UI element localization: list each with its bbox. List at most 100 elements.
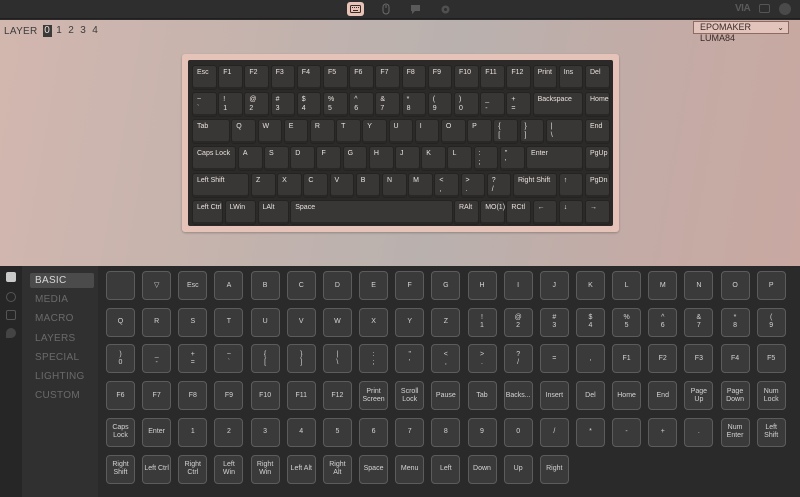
keycode-button[interactable]: Num Enter — [720, 417, 750, 447]
github-icon[interactable] — [779, 3, 791, 15]
keycode-button[interactable]: Pause — [431, 381, 461, 411]
keycode-button[interactable]: T — [214, 307, 244, 337]
keycode-button[interactable]: } ] — [286, 344, 316, 374]
keyboard-key[interactable]: D — [290, 146, 315, 171]
keyboard-key[interactable]: ! 1 — [218, 92, 243, 117]
keyboard-key[interactable]: F11 — [480, 65, 505, 90]
keyboard-key[interactable]: MO(1) — [480, 200, 505, 225]
keycode-button[interactable] — [106, 271, 135, 300]
keycode-button[interactable]: C — [286, 271, 316, 300]
keycode-button[interactable]: ! 1 — [467, 307, 497, 337]
keycode-button[interactable]: J — [539, 271, 569, 300]
keycode-button[interactable]: % 5 — [612, 307, 642, 337]
layer-4[interactable]: 4 — [91, 25, 100, 37]
keycode-button[interactable]: End — [648, 381, 678, 411]
keycode-button[interactable]: 8 — [431, 417, 461, 447]
keyboard-key[interactable]: F2 — [244, 65, 270, 90]
keyboard-key[interactable]: Esc — [192, 65, 217, 90]
layer-0[interactable]: 0 — [42, 25, 52, 37]
keyboard-key[interactable]: End — [585, 119, 610, 144]
keyboard-key[interactable]: % 5 — [323, 92, 348, 117]
keyboard-key[interactable]: F1 — [218, 65, 243, 90]
keyboard-key[interactable]: @ 2 — [244, 92, 270, 117]
keycode-button[interactable]: F10 — [250, 381, 280, 411]
keycode-button[interactable]: Right — [539, 454, 569, 484]
keyboard-key[interactable]: { [ — [493, 119, 518, 144]
keyboard-key[interactable]: F7 — [375, 65, 401, 90]
keyboard-key[interactable]: : ; — [473, 146, 499, 171]
keyboard-key[interactable]: Space — [290, 200, 453, 225]
keycode-button[interactable]: Space — [359, 454, 389, 484]
keyboard-key[interactable]: ↓ — [558, 200, 584, 225]
keycode-button[interactable]: # 3 — [539, 307, 569, 337]
keycode-button[interactable]: _ - — [142, 344, 172, 374]
keyboard-key[interactable]: PgUp — [585, 146, 610, 171]
settings-icon[interactable] — [437, 2, 453, 16]
keyboard-key[interactable]: < , — [434, 173, 460, 198]
layer-1[interactable]: 1 — [55, 25, 64, 37]
keyboard-key[interactable]: O — [440, 119, 466, 144]
keycode-button[interactable]: Page Down — [720, 381, 750, 411]
keycode-button[interactable]: | \ — [322, 344, 352, 374]
keycode-button[interactable]: S — [178, 307, 208, 337]
keyboard-key[interactable]: G — [342, 146, 368, 171]
keyboard-key[interactable]: F — [316, 146, 342, 171]
keyboard-key[interactable]: L — [447, 146, 473, 171]
keyboard-key[interactable]: PgDn — [585, 173, 610, 198]
keycode-button[interactable]: A — [214, 271, 244, 300]
keyboard-key[interactable]: & 7 — [375, 92, 401, 117]
keycode-button[interactable]: Left Shift — [756, 417, 786, 447]
keycode-button[interactable]: ▽ — [142, 271, 172, 300]
keycode-button[interactable]: W — [322, 307, 352, 337]
keycode-button[interactable]: F9 — [214, 381, 244, 411]
keyboard-key[interactable]: Z — [250, 173, 276, 198]
keyboard-key[interactable]: N — [381, 173, 407, 198]
keycode-button[interactable]: Del — [575, 381, 605, 411]
keycode-button[interactable]: Left — [431, 454, 461, 484]
keycode-button[interactable]: Right Shift — [106, 454, 135, 484]
keycode-button[interactable]: F6 — [106, 381, 135, 411]
keycode-button[interactable]: L — [612, 271, 642, 300]
keyboard-icon[interactable] — [347, 2, 364, 16]
keyboard-key[interactable]: _ - — [480, 92, 505, 117]
keyboard-key[interactable]: Left Shift — [192, 173, 250, 198]
layer-3[interactable]: 3 — [79, 25, 88, 37]
keycode-button[interactable]: Backs... — [503, 381, 533, 411]
keycode-button[interactable]: K — [575, 271, 605, 300]
keycode-button[interactable]: . — [684, 417, 714, 447]
keycode-button[interactable]: > . — [467, 344, 497, 374]
keycode-button[interactable]: 1 — [178, 417, 208, 447]
keycode-button[interactable]: Tab — [467, 381, 497, 411]
keycode-button[interactable]: 0 — [503, 417, 533, 447]
keycode-button[interactable]: ~ ` — [214, 344, 244, 374]
keyboard-key[interactable]: Home — [585, 92, 610, 117]
keycode-button[interactable]: I — [503, 271, 533, 300]
keycode-button[interactable]: U — [250, 307, 280, 337]
keycode-button[interactable]: Left Win — [214, 454, 244, 484]
keycode-button[interactable]: N — [684, 271, 714, 300]
keycode-button[interactable]: * 8 — [720, 307, 750, 337]
keycode-button[interactable]: / — [539, 417, 569, 447]
keycode-button[interactable]: + = — [178, 344, 208, 374]
keyboard-key[interactable]: I — [414, 119, 440, 144]
keycode-button[interactable]: M — [648, 271, 678, 300]
keyboard-key[interactable]: Right Shift — [512, 173, 558, 198]
keycode-button[interactable]: F1 — [612, 344, 642, 374]
keyboard-key[interactable]: P — [467, 119, 492, 144]
keycode-button[interactable]: 4 — [286, 417, 316, 447]
keyboard-key[interactable]: Del — [585, 65, 610, 90]
keycode-button[interactable]: { [ — [250, 344, 280, 374]
keyboard-key[interactable]: | \ — [545, 119, 584, 144]
keycode-button[interactable]: F4 — [720, 344, 750, 374]
keycode-button[interactable]: F12 — [322, 381, 352, 411]
keycode-button[interactable]: 5 — [322, 417, 352, 447]
keyboard-key[interactable]: ↑ — [558, 173, 584, 198]
keyboard-key[interactable]: Enter — [526, 146, 584, 171]
keycode-button[interactable]: 6 — [359, 417, 389, 447]
category-basic[interactable]: BASIC — [30, 273, 94, 288]
layer-2[interactable]: 2 — [67, 25, 76, 37]
keycode-button[interactable]: Y — [395, 307, 425, 337]
keyboard-key[interactable]: + = — [506, 92, 532, 117]
keyboard-key[interactable]: * 8 — [401, 92, 427, 117]
keycode-button[interactable]: ^ 6 — [648, 307, 678, 337]
